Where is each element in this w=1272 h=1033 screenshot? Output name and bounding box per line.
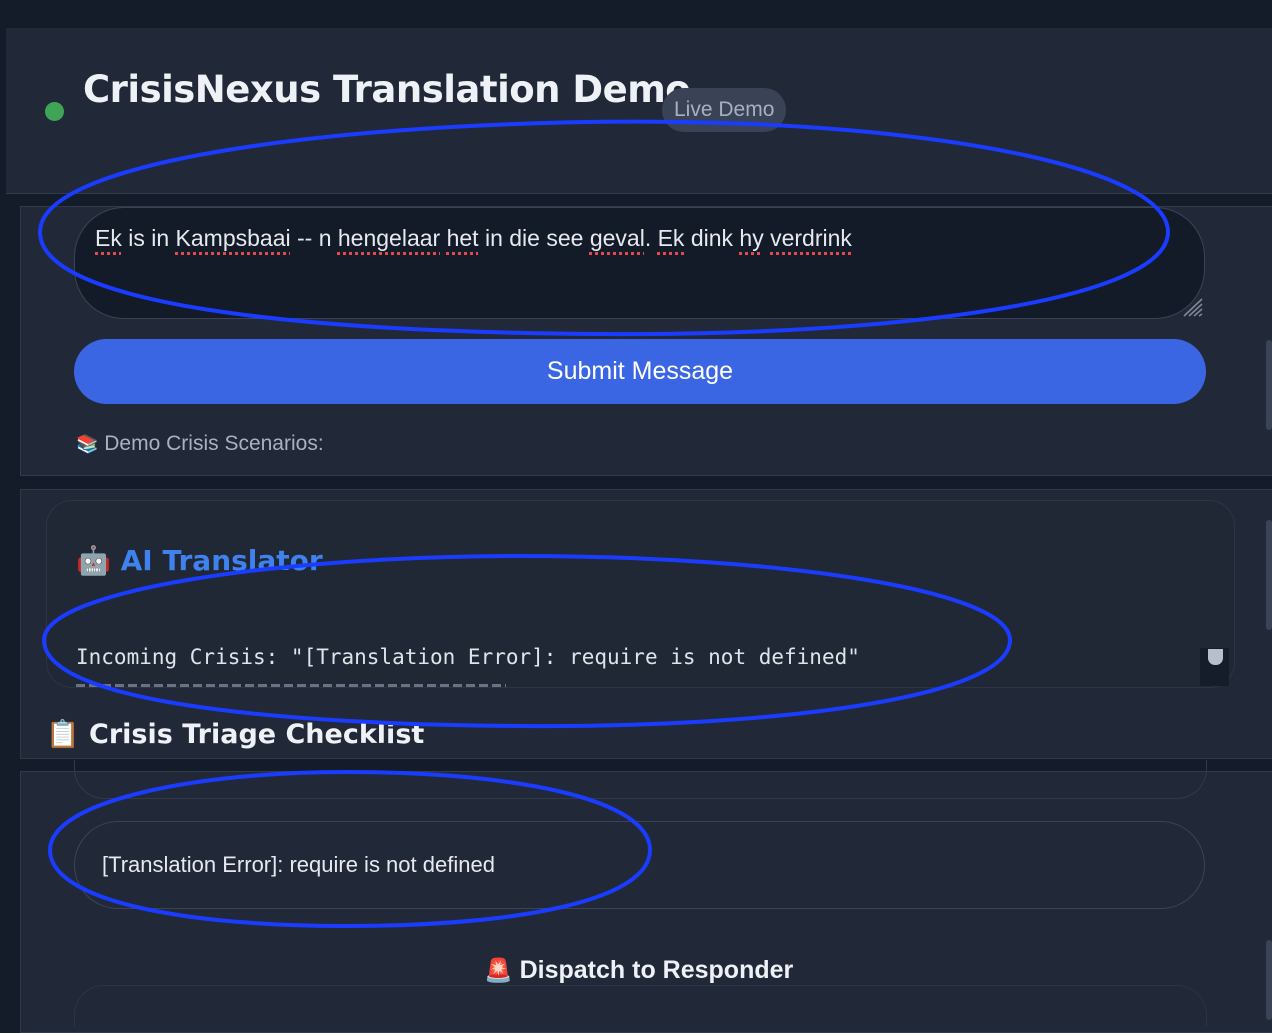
siren-icon: 🚨 bbox=[484, 957, 513, 983]
incoming-crisis-text: Incoming Crisis: "[Translation Error]: r… bbox=[76, 645, 860, 669]
translation-output-box: [Translation Error]: require is not defi… bbox=[74, 821, 1205, 909]
checklist-heading: 📋 Crisis Triage Checklist bbox=[46, 718, 424, 750]
status-indicator-dot bbox=[45, 102, 64, 121]
live-demo-badge: Live Demo bbox=[662, 88, 787, 132]
books-icon: 📚 bbox=[76, 434, 99, 454]
translator-scroll-thumb[interactable] bbox=[1208, 649, 1223, 665]
submit-message-button[interactable]: Submit Message bbox=[74, 339, 1206, 404]
translator-heading: 🤖 AI Translator bbox=[76, 544, 323, 577]
robot-icon: 🤖 bbox=[76, 544, 111, 577]
checklist-title: Crisis Triage Checklist bbox=[89, 719, 425, 750]
dispatch-label: Dispatch to Responder bbox=[519, 956, 794, 984]
clipped-timestamp-line bbox=[76, 680, 506, 688]
translator-title: AI Translator bbox=[120, 544, 323, 577]
resize-handle-icon[interactable] bbox=[1180, 295, 1204, 317]
page-scrollbar-thumb[interactable] bbox=[1266, 520, 1272, 630]
page-title: CrisisNexus Translation Demo bbox=[83, 68, 691, 111]
dispatch-to-responder-button[interactable]: 🚨 Dispatch to Responder bbox=[484, 956, 793, 985]
demo-scenarios-label: Demo Crisis Scenarios: bbox=[104, 432, 324, 455]
page-scrollbar-thumb[interactable] bbox=[1266, 340, 1272, 430]
demo-scenarios-toggle[interactable]: 📚 Demo Crisis Scenarios: bbox=[76, 432, 324, 456]
message-text: Ek is in Kampsbaai -- n hengelaar het in… bbox=[95, 225, 852, 251]
clipboard-icon: 📋 bbox=[46, 719, 80, 750]
message-input[interactable]: Ek is in Kampsbaai -- n hengelaar het in… bbox=[74, 207, 1205, 319]
clipped-box-edge bbox=[74, 760, 1207, 799]
app-header bbox=[6, 28, 1272, 194]
page-scrollbar-thumb[interactable] bbox=[1266, 940, 1272, 1020]
